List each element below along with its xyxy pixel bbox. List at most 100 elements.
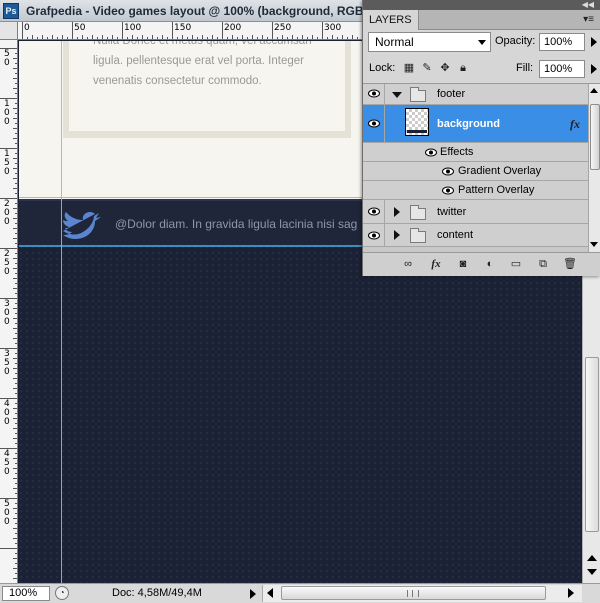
ruler-tick [13,258,17,259]
ruler-tick [15,323,17,324]
fill-slider-arrow-icon[interactable] [591,64,597,74]
opacity-field[interactable]: 100% [539,33,597,51]
ruler-tick [342,35,343,39]
lock-all-icon[interactable]: 🔒︎ [457,62,469,74]
ruler-tick [15,53,17,54]
vertical-scroll-thumb[interactable] [585,357,599,532]
visibility-toggle[interactable] [363,200,385,223]
ruler-tick [207,37,208,39]
ruler-label: 3 0 0 [4,299,10,327]
ruler-tick [252,35,253,39]
eye-icon[interactable] [442,167,454,176]
scroll-down-arrow-icon[interactable] [590,242,598,247]
ruler-label: 5 0 [4,49,10,68]
lock-position-icon[interactable]: ✥ [439,62,451,74]
trash-icon[interactable]: 🗑︎ [563,258,577,271]
tab-layers[interactable]: LAYERS [363,10,419,30]
layer-background[interactable]: background fx [363,105,588,143]
layers-scroll-thumb[interactable] [590,104,600,170]
eye-icon[interactable] [425,148,437,157]
lock-transparent-icon[interactable]: ▦ [403,62,415,74]
collapse-panel-icon[interactable]: ◀◀ [582,0,594,10]
visibility-toggle[interactable] [363,224,385,246]
ruler-tick [232,35,233,39]
ruler-label: 200 [224,23,242,33]
new-group-icon[interactable]: ▭ [509,258,523,271]
ruler-tick [287,37,288,39]
ruler-tick [192,35,193,39]
layer-thumbnail [405,108,429,136]
effect-pattern-overlay[interactable]: Pattern Overlay [363,181,588,200]
fill-field[interactable]: 100% [539,60,597,78]
ruler-tick [15,443,17,444]
adjustment-icon[interactable]: ◐ [483,258,497,271]
ruler-origin[interactable] [0,22,18,40]
eye-icon[interactable] [442,186,454,195]
scroll-left-arrow-icon[interactable] [267,588,273,598]
ruler-tick [317,37,318,39]
collapsed-triangle-icon[interactable] [394,230,400,240]
fill-label: Fill: [516,62,534,74]
ruler-tick [337,37,338,39]
ruler-tick [15,213,17,214]
layer-group-footer[interactable]: footer [363,84,588,105]
panel-menu-icon[interactable]: ▾≡ [583,14,594,25]
ruler-tick [13,78,17,79]
ruler-tick [15,573,17,574]
visibility-toggle[interactable] [363,105,385,142]
status-menu-arrow-icon[interactable] [250,589,256,599]
scroll-right-arrow-icon[interactable] [568,588,574,598]
ruler-tick [15,283,17,284]
ruler-label: 5 0 0 [4,499,10,527]
scroll-up-arrow-icon[interactable] [587,555,597,561]
ruler-tick [177,37,178,39]
fx-icon[interactable]: fx [570,117,580,132]
ruler-tick [13,578,17,579]
layer-effects[interactable]: Effects [363,143,588,162]
ruler-tick [15,163,17,164]
ruler-tick [15,303,17,304]
expand-triangle-icon[interactable] [392,92,402,98]
mask-icon[interactable]: ◙ [456,258,470,271]
ruler-tick [15,393,17,394]
ruler-tick [15,333,17,334]
lock-paint-icon[interactable]: ✎ [421,62,433,74]
ruler-tick [0,498,17,499]
blend-mode-select[interactable]: Normal [368,32,491,52]
ruler-tick [257,37,258,39]
ruler-tick [222,22,223,39]
opacity-slider-arrow-icon[interactable] [591,37,597,47]
scroll-up-arrow-icon[interactable] [590,88,598,93]
ruler-label: 3 5 0 [4,349,10,377]
ruler-vertical[interactable]: 5 0 1 0 0 1 5 0 2 0 0 2 5 0 3 0 0 3 5 0 4 0 0 4 … [0,40,18,583]
ruler-tick [27,37,28,39]
ruler-tick [15,403,17,404]
visibility-toggle[interactable] [363,84,385,104]
ruler-tick [87,37,88,39]
lock-label: Lock: [369,62,396,74]
effect-gradient-overlay[interactable]: Gradient Overlay [363,162,588,181]
layer-group-twitter[interactable]: twitter [363,200,588,224]
layers-scrollbar[interactable] [588,84,600,252]
ruler-tick [77,37,78,39]
zoom-field[interactable]: 100% [2,586,50,601]
ruler-tick [167,37,168,39]
ruler-tick [82,35,83,39]
collapsed-triangle-icon[interactable] [394,207,400,217]
ruler-tick [13,428,17,429]
layers-list[interactable]: footer background fx Effects Gradient Ov… [363,84,588,252]
ruler-tick [15,523,17,524]
scroll-down-arrow-icon[interactable] [587,569,597,575]
link-icon[interactable]: ∞ [401,258,415,271]
new-layer-icon[interactable]: ⧉ [536,258,550,271]
status-info-icon[interactable]: ◔ [55,586,69,600]
fx-icon[interactable]: fx [429,258,443,271]
layer-group-content[interactable]: content [363,224,588,247]
ruler-tick [147,37,148,39]
horizontal-scrollbar[interactable] [262,585,582,602]
vertical-guide[interactable] [61,41,62,583]
card-paragraph: Nulla Donec et metus quam, vel accumsan … [93,41,312,87]
ruler-tick [262,35,263,39]
horizontal-scroll-thumb[interactable] [281,586,546,600]
ruler-tick [0,298,17,299]
